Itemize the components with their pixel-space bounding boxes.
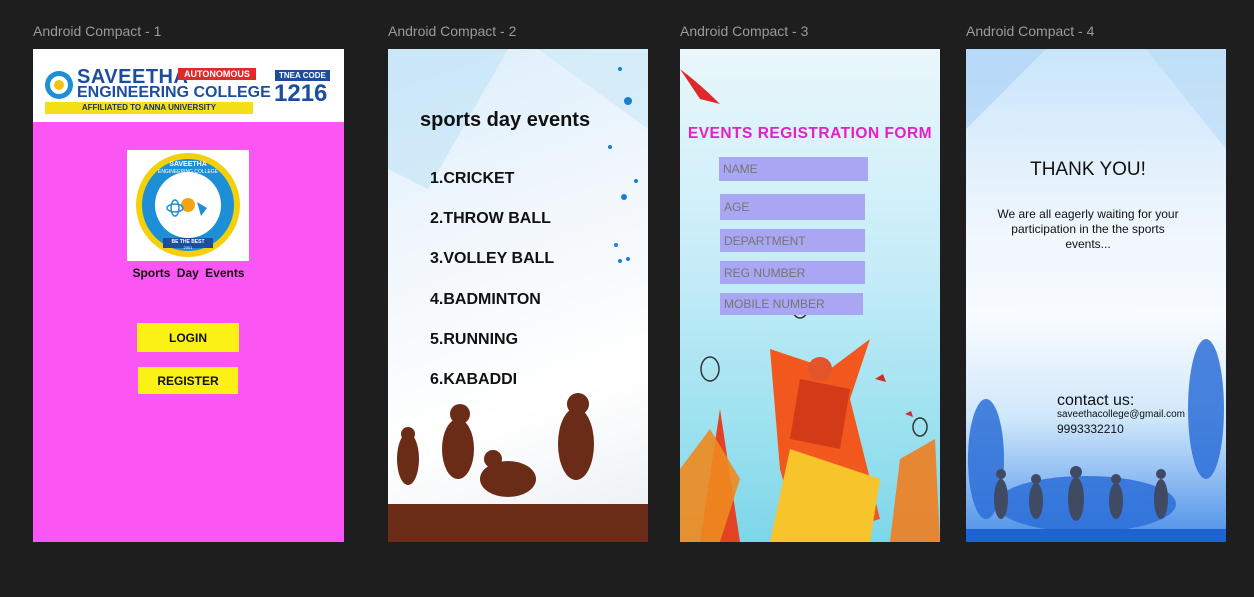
college-name-line2: ENGINEERING COLLEGE — [77, 84, 271, 101]
frame-home-screen: SAVEETHA ENGINEERING COLLEGE AUTONOMOUS … — [33, 49, 344, 542]
college-header: SAVEETHA ENGINEERING COLLEGE AUTONOMOUS … — [33, 49, 344, 122]
name-field[interactable] — [719, 157, 868, 181]
affiliation-strip: AFFILIATED TO ANNA UNIVERSITY — [45, 102, 253, 114]
thank-you-heading: THANK YOU! — [1030, 159, 1146, 180]
event-item-badminton[interactable]: 4.BADMINTON — [430, 291, 541, 309]
mobile-number-field[interactable] — [720, 293, 863, 315]
frame-events-list: sports day events 1.CRICKET 2.THROW BALL… — [388, 49, 648, 542]
frame-label-1: Android Compact - 1 — [33, 23, 162, 39]
event-item-throw-ball[interactable]: 2.THROW BALL — [430, 210, 551, 228]
event-item-volley-ball[interactable]: 3.VOLLEY BALL — [430, 250, 554, 268]
emblem-sub-text: ENGINEERING COLLEGE — [157, 169, 218, 175]
emblem-top-text: SAVEETHA — [169, 161, 207, 168]
crowd-background-illustration — [966, 49, 1226, 542]
contact-phone[interactable]: 9993332210 — [1057, 422, 1124, 436]
age-field[interactable] — [720, 194, 865, 220]
thank-you-message: We are all eagerly waiting for your part… — [997, 207, 1179, 251]
emblem-year: 2001 — [183, 245, 193, 250]
frame-label-4: Android Compact - 4 — [966, 23, 1095, 39]
reg-number-field[interactable] — [720, 261, 865, 284]
tnea-code: 1216 — [274, 80, 328, 107]
app-title: Sports Day Events — [132, 266, 245, 280]
login-button[interactable]: LOGIN — [137, 323, 239, 352]
register-button[interactable]: REGISTER — [138, 367, 238, 394]
frame-thank-you: THANK YOU! We are all eagerly waiting fo… — [966, 49, 1226, 542]
frame-label-2: Android Compact - 2 — [388, 23, 517, 39]
event-item-kabaddi[interactable]: 6.KABADDI — [430, 371, 517, 389]
college-logo-icon — [45, 71, 73, 99]
contact-heading: contact us: — [1057, 392, 1135, 409]
contact-email[interactable]: saveethacollege@gmail.com — [1057, 409, 1185, 420]
event-item-cricket[interactable]: 1.CRICKET — [430, 170, 514, 188]
form-title: EVENTS REGISTRATION FORM — [687, 125, 933, 142]
events-title: sports day events — [420, 109, 591, 131]
autonomous-badge: AUTONOMOUS — [178, 68, 256, 80]
college-emblem: SAVEETHA ENGINEERING COLLEGE BE THE BEST… — [127, 150, 249, 261]
event-item-running[interactable]: 5.RUNNING — [430, 331, 518, 349]
department-field[interactable] — [720, 229, 865, 252]
frame-registration-form: EVENTS REGISTRATION FORM — [680, 49, 940, 542]
frame-label-3: Android Compact - 3 — [680, 23, 809, 39]
